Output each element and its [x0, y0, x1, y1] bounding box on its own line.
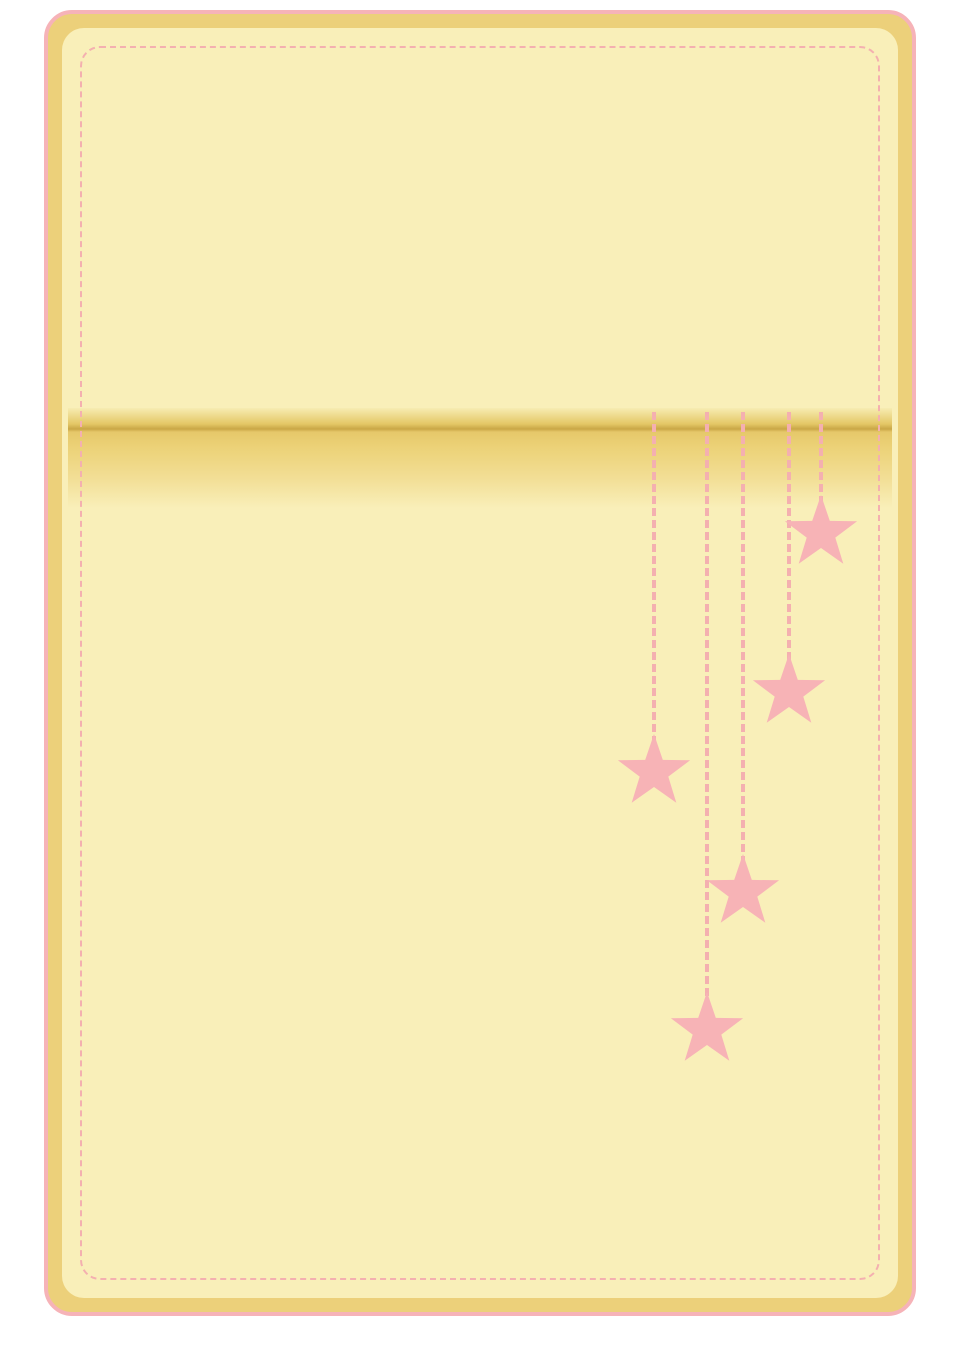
star-icon [784, 495, 858, 564]
star-icon [670, 992, 744, 1061]
star-icon [752, 654, 826, 723]
hanging-stars [617, 412, 858, 1061]
star-group [617, 495, 858, 1061]
star-icon [617, 734, 691, 803]
star-icon [706, 854, 780, 923]
